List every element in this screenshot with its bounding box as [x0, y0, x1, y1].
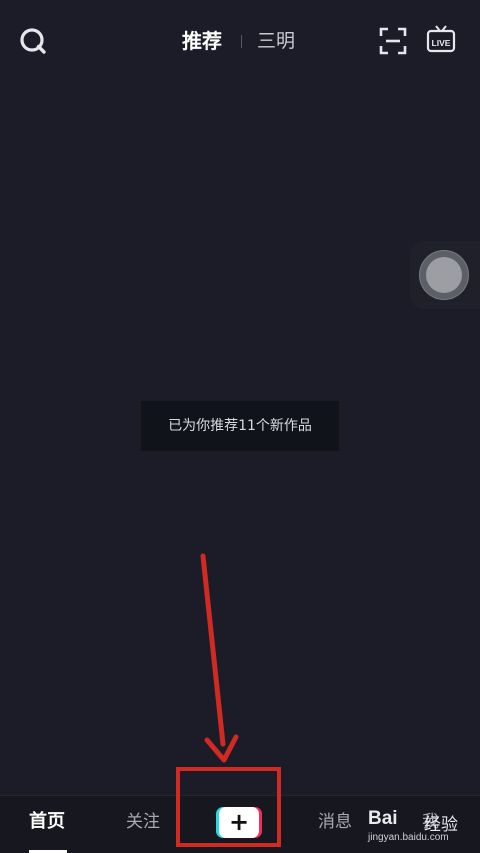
record-dot [426, 257, 462, 293]
watermark-url: jingyan.baidu.com [368, 832, 449, 843]
tab-location[interactable]: 三明 [257, 26, 295, 56]
toast-message: 已为你推荐11个新作品 [141, 401, 339, 451]
live-icon: LIVE [426, 25, 456, 53]
scan-button[interactable] [379, 27, 407, 55]
nav-home[interactable]: 首页 [29, 810, 65, 834]
baidu-watermark: Bai 经验 jingyan.baidu.com [368, 804, 480, 850]
live-icon-label: LIVE [432, 38, 451, 48]
nav-messages[interactable]: 消息 [318, 810, 352, 834]
tab-recommend[interactable]: 推荐 [182, 26, 222, 56]
annotation-highlight-box [176, 767, 281, 847]
live-button[interactable]: LIVE [426, 24, 456, 54]
nav-follow[interactable]: 关注 [126, 810, 160, 834]
top-bar: 推荐 三明 LIVE [0, 0, 480, 80]
watermark-brand: Bai [368, 808, 398, 829]
tab-divider [241, 35, 242, 48]
scan-icon [379, 27, 407, 55]
app-screen: 推荐 三明 LIVE 已为你推荐11个新作品 首页 关注 + 消息 我 Bai … [0, 0, 480, 853]
feed-tabs: 推荐 三明 [0, 26, 480, 56]
floating-record-button[interactable] [410, 241, 480, 309]
